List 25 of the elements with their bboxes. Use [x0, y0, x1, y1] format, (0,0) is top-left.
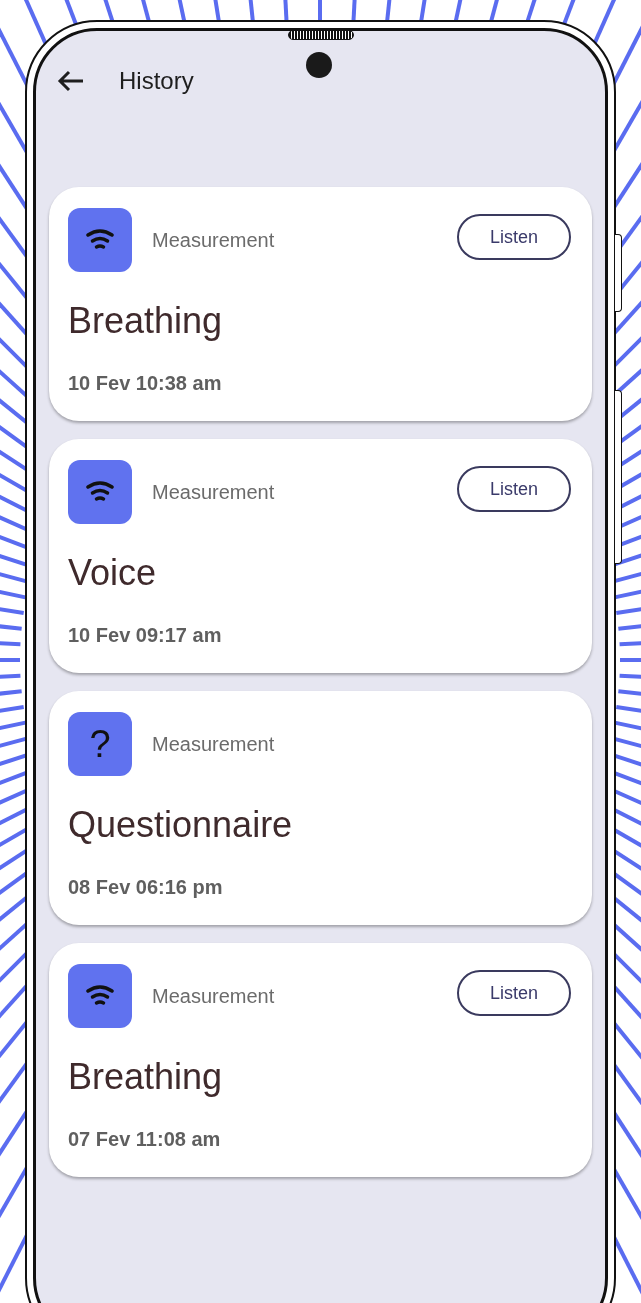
listen-button[interactable]: Listen — [457, 214, 571, 260]
wave-signal-icon — [68, 964, 132, 1028]
entry-title: Voice — [68, 552, 158, 594]
history-card[interactable]: Measurement Listen Voice 10 Fev 09:17 am — [49, 439, 592, 673]
history-card[interactable]: Measurement Listen Breathing 07 Fev 11:08 am — [49, 943, 592, 1177]
entry-title: Questionnaire — [68, 804, 294, 846]
entry-title: Breathing — [68, 300, 224, 342]
back-arrow-icon[interactable] — [57, 69, 85, 93]
page-title: History — [119, 67, 194, 95]
entry-type-label: Measurement — [152, 984, 276, 1008]
entry-date: 07 Fev 11:08 am — [68, 1128, 222, 1151]
wave-signal-icon — [68, 208, 132, 272]
entry-type-label: Measurement — [152, 228, 276, 252]
entry-type-label: Measurement — [152, 732, 276, 756]
history-card[interactable]: ? Measurement Questionnaire 08 Fev 06:16 pm — [49, 691, 592, 925]
question-icon: ? — [68, 712, 132, 776]
wave-signal-icon — [68, 460, 132, 524]
entry-date: 10 Fev 10:38 am — [68, 372, 223, 395]
entry-date: 10 Fev 09:17 am — [68, 624, 223, 647]
entry-title: Breathing — [68, 1056, 224, 1098]
entry-date: 08 Fev 06:16 pm — [68, 876, 224, 899]
listen-button[interactable]: Listen — [457, 970, 571, 1016]
history-card[interactable]: Measurement Listen Breathing 10 Fev 10:38 am — [49, 187, 592, 421]
entry-type-label: Measurement — [152, 480, 276, 504]
listen-button[interactable]: Listen — [457, 466, 571, 512]
